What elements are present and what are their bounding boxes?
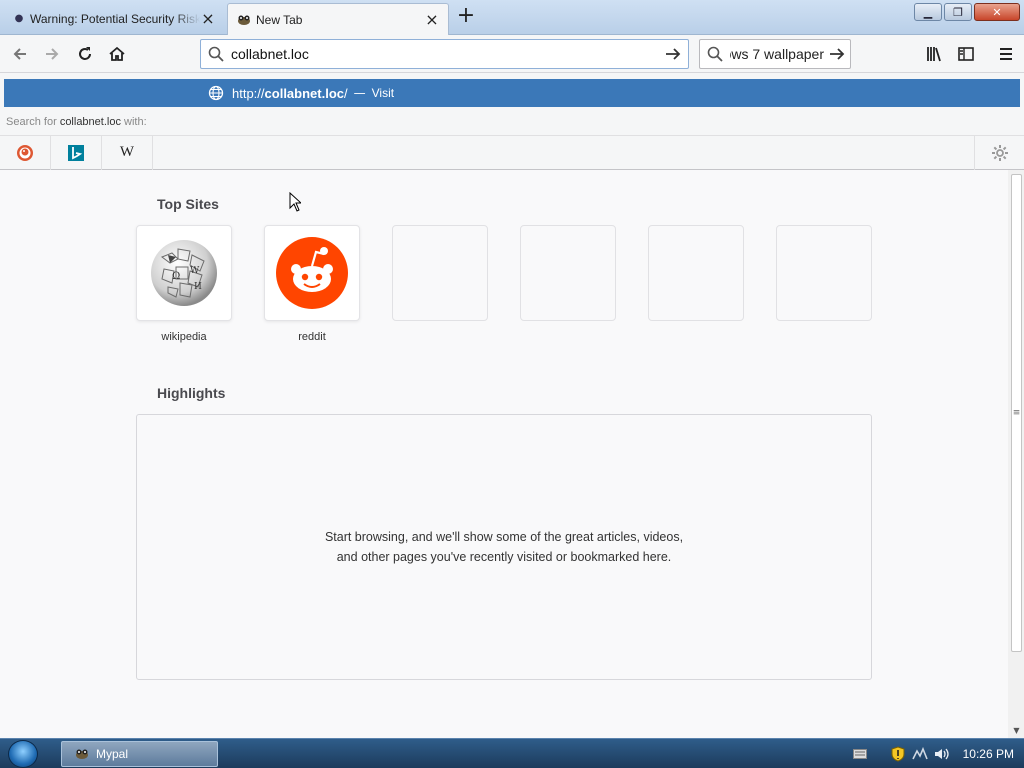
tab-label: Warning: Potential Security Risk bbox=[30, 11, 200, 26]
home-icon bbox=[109, 46, 125, 61]
tab-label: New Tab bbox=[256, 12, 303, 27]
top-site-label: reddit bbox=[298, 331, 326, 343]
taskbar-clock[interactable]: 10:26 PM bbox=[963, 747, 1014, 761]
security-shield-icon[interactable] bbox=[889, 746, 907, 762]
duckduckgo-icon bbox=[17, 144, 33, 161]
taskbar-app-mypal[interactable]: Mypal bbox=[61, 741, 218, 767]
reddit-icon bbox=[276, 237, 348, 309]
reload-button[interactable] bbox=[71, 40, 99, 68]
suggestion-url: http://collabnet.loc/ bbox=[232, 85, 348, 101]
hamburger-menu-icon bbox=[1000, 48, 1012, 60]
scrollbar-thumb[interactable]: ≡ bbox=[1011, 174, 1022, 652]
search-engine-duckduckgo[interactable] bbox=[0, 135, 51, 170]
keyboard-icon[interactable] bbox=[851, 746, 869, 762]
bing-icon bbox=[68, 144, 84, 161]
suggestion-separator: — bbox=[353, 86, 366, 100]
close-window-button[interactable]: ✕ bbox=[974, 3, 1020, 21]
svg-text:И: И bbox=[194, 282, 202, 292]
tab-new-tab[interactable]: New Tab × bbox=[227, 3, 449, 35]
home-button[interactable] bbox=[103, 40, 131, 68]
url-autocomplete-popup: http://collabnet.loc/ — Visit Search for… bbox=[0, 73, 1024, 170]
sidebar-icon bbox=[958, 47, 974, 61]
search-engine-wikipedia[interactable]: W bbox=[102, 135, 153, 170]
menu-button[interactable] bbox=[992, 40, 1020, 68]
wikipedia-globe-icon: Ω W И bbox=[151, 240, 217, 306]
search-for-label: Search for collabnet.loc with: bbox=[6, 116, 147, 128]
highlights-empty-state: Start browsing, and we'll show some of t… bbox=[136, 414, 872, 680]
svg-text:W: W bbox=[190, 266, 200, 276]
back-button[interactable] bbox=[6, 40, 34, 68]
arrow-right-icon bbox=[830, 48, 845, 60]
maximize-button[interactable]: ❐ bbox=[944, 3, 972, 21]
top-sites-heading: Top Sites bbox=[157, 196, 219, 212]
globe-icon bbox=[208, 85, 228, 101]
svg-text:Ω: Ω bbox=[172, 271, 180, 282]
tab-strip: ● Warning: Potential Security Risk × New… bbox=[0, 0, 1024, 35]
top-site-tile-empty[interactable] bbox=[776, 225, 872, 321]
search-icon bbox=[700, 46, 730, 62]
top-site-tile-reddit[interactable] bbox=[264, 225, 360, 321]
suggestion-action: Visit bbox=[371, 86, 395, 100]
url-input[interactable] bbox=[231, 46, 658, 62]
sidebar-button[interactable] bbox=[952, 40, 980, 68]
search-engine-bing[interactable] bbox=[51, 135, 102, 170]
tab-security-warning[interactable]: ● Warning: Potential Security Risk × bbox=[4, 3, 224, 34]
scroll-down-arrow-icon[interactable]: ▼ bbox=[1011, 726, 1022, 736]
arrow-right-icon bbox=[666, 48, 681, 60]
volume-icon[interactable] bbox=[933, 746, 951, 762]
gear-icon bbox=[991, 144, 1008, 161]
vertical-scrollbar[interactable]: ≡ ▼ bbox=[1008, 170, 1024, 738]
taskbar-app-label: Mypal bbox=[96, 747, 129, 761]
top-site-tile-empty[interactable] bbox=[392, 225, 488, 321]
library-icon bbox=[927, 47, 941, 62]
top-site-tile-wikipedia[interactable]: Ω W И bbox=[136, 225, 232, 321]
system-tray: 10:26 PM bbox=[851, 739, 1024, 768]
one-off-search-engines: W bbox=[0, 135, 1024, 170]
highlights-heading: Highlights bbox=[157, 385, 226, 401]
wikipedia-icon: W bbox=[119, 144, 135, 160]
network-icon[interactable] bbox=[911, 746, 929, 762]
search-bar[interactable] bbox=[699, 39, 851, 69]
search-settings-button[interactable] bbox=[974, 135, 1024, 170]
minimize-button[interactable]: ▁ bbox=[914, 3, 942, 21]
start-button[interactable] bbox=[8, 740, 38, 768]
navigation-toolbar bbox=[0, 35, 1024, 73]
mypal-favicon-icon bbox=[236, 13, 252, 27]
top-site-label: wikipedia bbox=[161, 331, 207, 343]
tab-close-icon[interactable]: × bbox=[200, 10, 216, 27]
mouse-cursor-icon bbox=[289, 191, 303, 215]
autocomplete-suggestion-visit[interactable]: http://collabnet.loc/ — Visit bbox=[4, 79, 1020, 107]
windows-taskbar: Mypal 10:26 PM bbox=[0, 738, 1024, 768]
forward-arrow-icon bbox=[46, 48, 59, 60]
tab-close-icon[interactable]: × bbox=[424, 11, 440, 28]
go-arrow-button[interactable] bbox=[658, 46, 688, 62]
search-input[interactable] bbox=[730, 46, 824, 62]
search-icon bbox=[201, 46, 231, 62]
mypal-app-icon bbox=[76, 749, 88, 759]
new-tab-button[interactable]: + bbox=[455, 5, 477, 28]
url-bar[interactable] bbox=[200, 39, 689, 69]
back-arrow-icon bbox=[13, 48, 26, 60]
top-site-tile-empty[interactable] bbox=[520, 225, 616, 321]
highlights-message: Start browsing, and we'll show some of t… bbox=[324, 530, 684, 564]
library-button[interactable] bbox=[920, 40, 948, 68]
search-go-button[interactable] bbox=[824, 46, 850, 62]
top-site-tile-empty[interactable] bbox=[648, 225, 744, 321]
tab-dot-icon: ● bbox=[14, 13, 24, 24]
new-tab-page: Top Sites Ω W И wikipedia reddit Highlig… bbox=[0, 170, 1008, 738]
reload-icon bbox=[79, 47, 91, 60]
forward-button[interactable] bbox=[38, 40, 66, 68]
window-controls: ▁ ❐ ✕ bbox=[914, 3, 1020, 21]
